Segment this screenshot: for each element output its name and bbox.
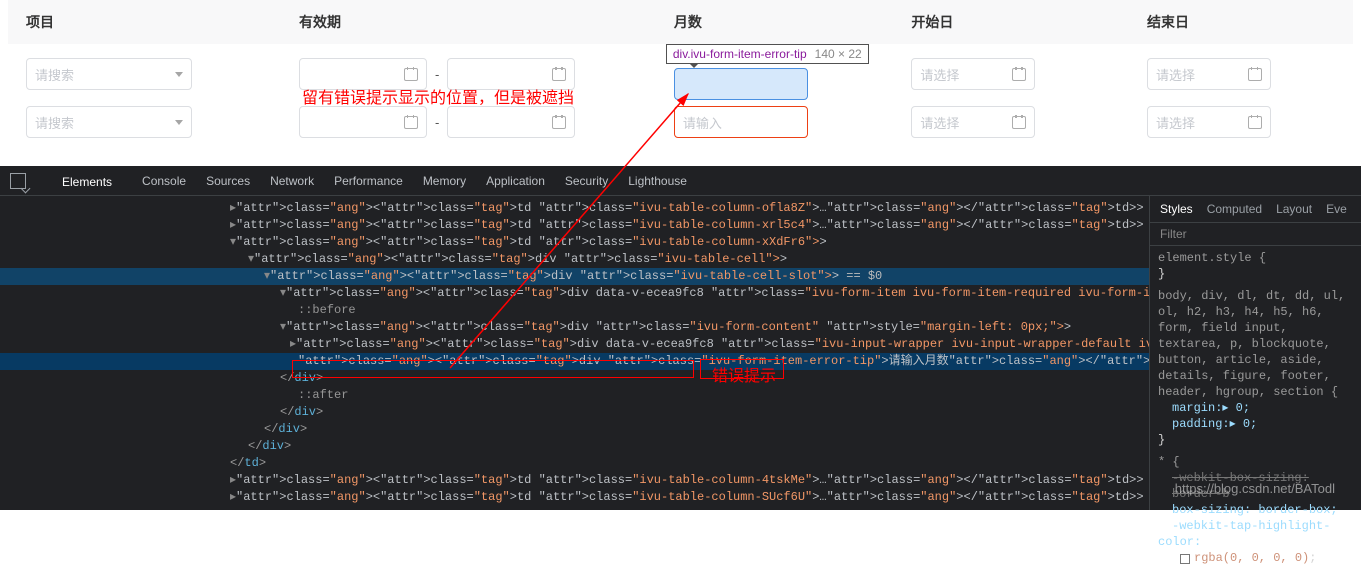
- calendar-icon: [1012, 67, 1026, 81]
- chevron-down-icon: [175, 120, 183, 125]
- tab-network[interactable]: Network: [270, 168, 314, 194]
- tab-sources[interactable]: Sources: [206, 168, 250, 194]
- project-select[interactable]: 请搜索: [26, 58, 192, 90]
- tab-elements[interactable]: Elements: [52, 169, 122, 195]
- tab-console[interactable]: Console: [142, 168, 186, 194]
- tab-application[interactable]: Application: [486, 168, 545, 194]
- start-date-input[interactable]: 请选择: [911, 106, 1035, 138]
- date-placeholder: 请选择: [920, 113, 959, 132]
- date-placeholder: 请选择: [1156, 65, 1195, 84]
- tab-computed[interactable]: Computed: [1207, 202, 1262, 216]
- devtools-tabs: Elements Console Sources Network Perform…: [0, 166, 1361, 196]
- tab-security[interactable]: Security: [565, 168, 608, 194]
- dom-tree[interactable]: ▸"attr">class="ang"><"attr">class="tag">…: [0, 196, 1149, 510]
- tab-performance[interactable]: Performance: [334, 168, 403, 194]
- calendar-icon: [1248, 67, 1262, 81]
- devtools-panel: Elements Console Sources Network Perform…: [0, 166, 1361, 510]
- select-placeholder: 请搜索: [35, 65, 74, 84]
- tab-event[interactable]: Eve: [1326, 202, 1347, 216]
- project-select[interactable]: 请搜索: [26, 106, 192, 138]
- tab-layout[interactable]: Layout: [1276, 202, 1312, 216]
- calendar-icon: [404, 67, 418, 81]
- watermark: https://blog.csdn.net/BATodl: [1175, 481, 1335, 496]
- table-header-row: 项目 有效期 月数 开始日 结束日: [8, 0, 1353, 44]
- date-range: -: [299, 106, 666, 138]
- end-date-input[interactable]: 请选择: [1147, 106, 1271, 138]
- calendar-icon: [1248, 115, 1262, 129]
- range-separator: -: [433, 115, 441, 130]
- header-months: 月数: [666, 12, 902, 32]
- styles-filter[interactable]: Filter: [1150, 223, 1361, 246]
- color-swatch-icon[interactable]: [1180, 554, 1190, 564]
- tooltip-selector: div.ivu-form-item-error-tip: [673, 47, 807, 61]
- annotation-right: 错误提示: [712, 362, 776, 386]
- annotation-box: [292, 360, 694, 378]
- calendar-icon: [404, 115, 418, 129]
- header-validity: 有效期: [283, 12, 666, 32]
- start-date-input[interactable]: 请选择: [911, 58, 1035, 90]
- select-placeholder: 请搜索: [35, 113, 74, 132]
- tooltip-size: 140 × 22: [815, 47, 862, 61]
- table-row: 请搜索 - div.ivu-form-item-error-tip 140 × …: [8, 44, 1353, 96]
- calendar-icon: [1012, 115, 1026, 129]
- table-row: 请搜索 - 请输入 请选择 请选择: [8, 96, 1353, 148]
- styles-panel: Styles Computed Layout Eve Filter elemen…: [1149, 196, 1361, 510]
- tab-memory[interactable]: Memory: [423, 168, 466, 194]
- tab-lighthouse[interactable]: Lighthouse: [628, 168, 687, 194]
- months-input-error[interactable]: 请输入: [674, 106, 808, 138]
- date-end-input[interactable]: [447, 106, 575, 138]
- end-date-input[interactable]: 请选择: [1147, 58, 1271, 90]
- inspector-tooltip: div.ivu-form-item-error-tip 140 × 22: [666, 44, 869, 64]
- header-end: 结束日: [1137, 12, 1353, 32]
- range-separator: -: [433, 67, 441, 82]
- chevron-down-icon: [175, 72, 183, 77]
- annotation-left: 留有错误提示显示的位置，但是被遮挡: [302, 84, 574, 108]
- input-placeholder: 请输入: [683, 113, 722, 132]
- calendar-icon: [552, 115, 566, 129]
- tab-styles[interactable]: Styles: [1160, 202, 1193, 216]
- date-placeholder: 请选择: [1156, 113, 1195, 132]
- date-start-input[interactable]: [299, 106, 427, 138]
- header-project: 项目: [8, 12, 283, 32]
- date-placeholder: 请选择: [920, 65, 959, 84]
- header-start: 开始日: [901, 12, 1137, 32]
- inspect-icon[interactable]: [10, 173, 26, 189]
- calendar-icon: [552, 67, 566, 81]
- styles-body[interactable]: element.style { } body, div, dl, dt, dd,…: [1150, 246, 1361, 570]
